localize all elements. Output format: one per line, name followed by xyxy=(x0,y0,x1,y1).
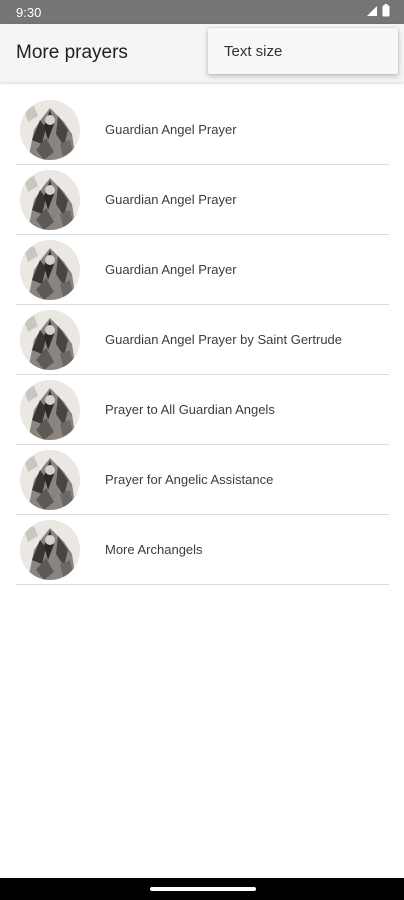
page-title: More prayers xyxy=(16,42,128,63)
list-item[interactable]: More Archangels xyxy=(16,515,389,585)
list-item[interactable]: Guardian Angel Prayer by Saint Gertrude xyxy=(16,305,389,375)
list-item[interactable]: Prayer to All Guardian Angels xyxy=(16,375,389,445)
prayer-list: Guardian Angel Prayer Guardian Angel Pra… xyxy=(16,95,389,585)
status-time: 9:30 xyxy=(16,4,42,20)
angel-thumbnail xyxy=(20,99,80,160)
battery-icon xyxy=(382,4,390,20)
angel-thumbnail xyxy=(20,169,80,230)
angel-thumbnail xyxy=(20,449,80,510)
angel-thumbnail xyxy=(20,309,80,370)
overflow-menu: Text size xyxy=(208,28,398,74)
angel-thumbnail xyxy=(20,239,80,300)
status-bar: 9:30 xyxy=(0,0,404,24)
list-item-label: Guardian Angel Prayer xyxy=(105,192,237,207)
list-item-label: Guardian Angel Prayer xyxy=(105,262,237,277)
list-item[interactable]: Guardian Angel Prayer xyxy=(16,235,389,305)
angel-thumbnail xyxy=(20,519,80,580)
list-item[interactable]: Guardian Angel Prayer xyxy=(16,95,389,165)
list-item-label: Prayer for Angelic Assistance xyxy=(105,472,274,487)
list-item-label: Guardian Angel Prayer by Saint Gertrude xyxy=(105,332,343,347)
list-item[interactable]: Guardian Angel Prayer xyxy=(16,165,389,235)
home-handle[interactable] xyxy=(150,887,256,891)
list-item-label: More Archangels xyxy=(105,542,203,557)
list-item-label: Guardian Angel Prayer xyxy=(105,122,237,137)
menu-item-text-size[interactable]: Text size xyxy=(224,43,282,60)
status-icons xyxy=(366,4,390,20)
angel-thumbnail xyxy=(20,379,80,440)
navigation-bar xyxy=(0,878,404,900)
list-item[interactable]: Prayer for Angelic Assistance xyxy=(16,445,389,515)
list-item-label: Prayer to All Guardian Angels xyxy=(105,402,275,417)
signal-icon xyxy=(366,5,378,20)
